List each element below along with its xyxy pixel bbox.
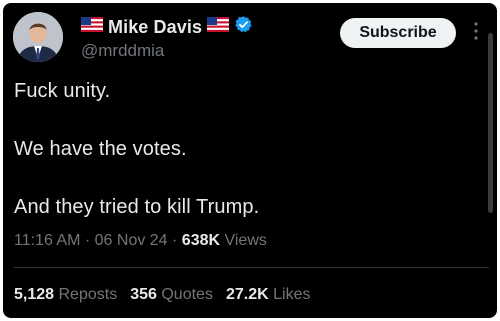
author-name-row: Mike Davis <box>81 15 253 39</box>
more-options-icon[interactable] <box>473 21 479 46</box>
tweet-text-line: We have the votes. <box>14 138 187 160</box>
reposts-stat[interactable]: 5,128 Reposts <box>14 286 117 304</box>
meta-separator: · <box>167 232 182 249</box>
likes-count: 27.2K <box>225 286 269 303</box>
author-display-name[interactable]: Mike Davis <box>108 17 202 38</box>
engagement-stats: 5,128 Reposts 356 Quotes 27.2K Likes <box>14 286 310 304</box>
avatar[interactable] <box>13 12 63 62</box>
views-label: Views <box>220 232 267 249</box>
tweet-text-line: Fuck unity. <box>14 80 111 102</box>
tweet-time[interactable]: 11:16 AM <box>14 232 80 249</box>
views-count: 638K <box>181 232 221 249</box>
avatar-photo-icon <box>13 12 63 62</box>
tweet-date[interactable]: 06 Nov 24 <box>95 232 168 249</box>
divider <box>14 267 489 268</box>
meta-separator: · <box>80 232 95 249</box>
verified-badge-icon <box>234 15 253 39</box>
likes-label: Likes <box>273 286 311 303</box>
tweet-text-line: And they tried to kill Trump. <box>14 196 260 218</box>
us-flag-icon <box>81 17 103 37</box>
reposts-label: Reposts <box>58 286 118 303</box>
reposts-count: 5,128 <box>14 286 55 303</box>
quotes-count: 356 <box>130 286 157 303</box>
subscribe-button[interactable]: Subscribe <box>340 18 456 48</box>
quotes-label: Quotes <box>161 286 213 303</box>
likes-stat[interactable]: 27.2K Likes <box>226 286 311 304</box>
author-handle[interactable]: @mrddmia <box>81 41 164 61</box>
tweet-card: Mike Davis @mrddmia Subscribe Fuck unity… <box>3 3 497 318</box>
tweet-metadata: 11:16 AM · 06 Nov 24 · 638K Views <box>14 232 267 250</box>
scrollbar[interactable] <box>488 33 493 213</box>
quotes-stat[interactable]: 356 Quotes <box>130 286 213 304</box>
us-flag-icon <box>207 17 230 37</box>
